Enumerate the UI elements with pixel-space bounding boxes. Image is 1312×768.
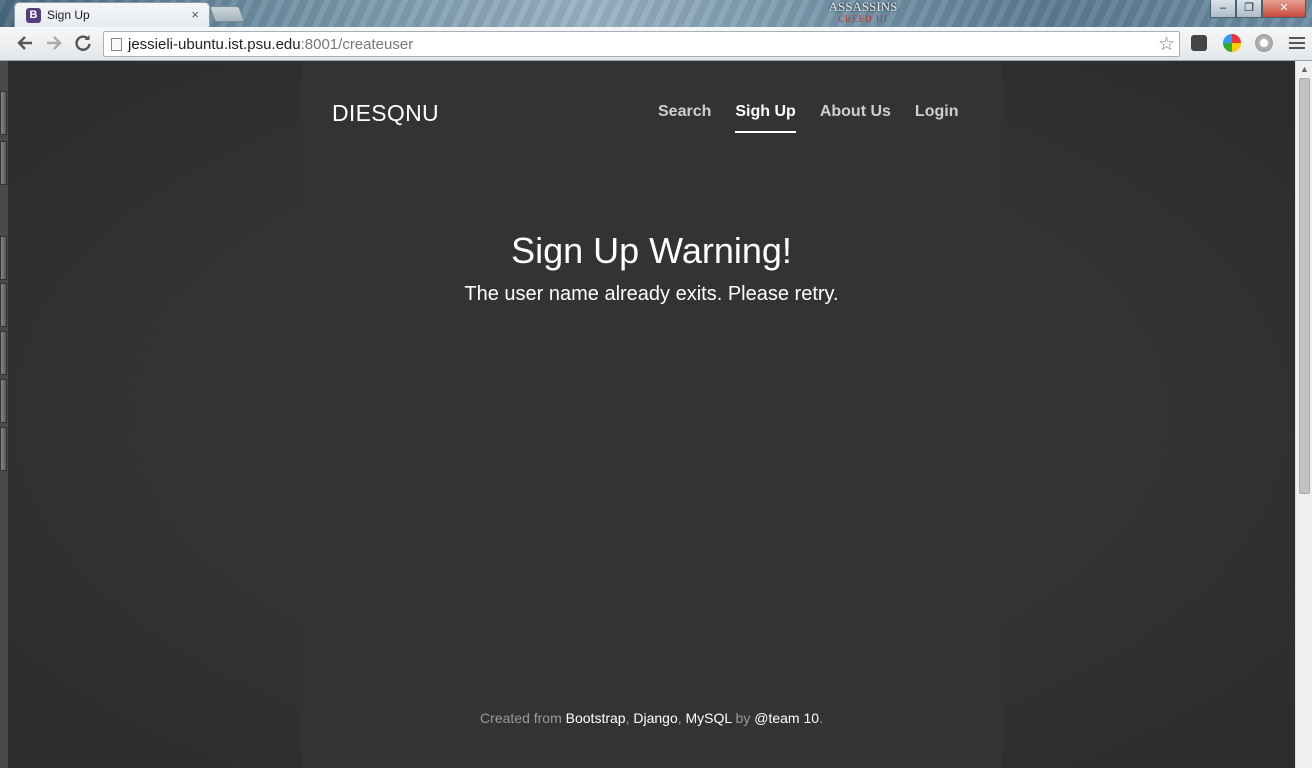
desktop-theme-logo: ASSASSINS CREED III bbox=[808, 0, 918, 25]
warning-message: The user name already exits. Please retr… bbox=[464, 283, 839, 305]
evernote-extension-icon[interactable] bbox=[1191, 35, 1207, 51]
footer-link-django[interactable]: Django bbox=[633, 710, 677, 726]
sync-extension-icon[interactable] bbox=[1255, 34, 1273, 52]
bootstrap-favicon-icon: B bbox=[26, 8, 41, 23]
footer-link-team[interactable]: @team 10 bbox=[754, 710, 819, 726]
url-path: :8001/createuser bbox=[300, 36, 414, 53]
address-bar[interactable]: jessieli-ubuntu.ist.psu.edu:8001/createu… bbox=[103, 31, 1180, 57]
nav-sign-up[interactable]: Sigh Up bbox=[735, 101, 796, 133]
new-tab-button[interactable] bbox=[209, 6, 245, 22]
desktop-sliver bbox=[0, 283, 7, 327]
footer-suffix: . bbox=[819, 710, 823, 726]
tab-close-icon[interactable]: × bbox=[191, 7, 199, 22]
scroll-thumb[interactable] bbox=[1299, 78, 1310, 494]
browser-tab-sign-up[interactable]: B Sign Up × bbox=[14, 2, 210, 27]
window-titlebar: B Sign Up × ASSASSINS CREED III – ❐ ✕ bbox=[0, 0, 1312, 27]
page-icon bbox=[111, 38, 122, 51]
desktop-sliver bbox=[0, 427, 7, 471]
logo-line-1: ASSASSINS bbox=[828, 0, 898, 14]
url-text: jessieli-ubuntu.ist.psu.edu:8001/createu… bbox=[128, 36, 413, 53]
reload-icon[interactable] bbox=[72, 33, 94, 55]
footer-by: by bbox=[731, 710, 755, 726]
footer-prefix: Created from bbox=[480, 710, 566, 726]
url-host: jessieli-ubuntu.ist.psu.edu bbox=[128, 36, 301, 53]
page-scrollbar[interactable]: ▲ bbox=[1295, 61, 1312, 768]
window-controls: – ❐ ✕ bbox=[1210, 0, 1306, 18]
content-column bbox=[302, 61, 1002, 768]
tab-title: Sign Up bbox=[47, 8, 90, 22]
back-arrow-icon[interactable] bbox=[14, 33, 36, 55]
close-window-button[interactable]: ✕ bbox=[1262, 0, 1306, 18]
minimize-button[interactable]: – bbox=[1210, 0, 1236, 18]
browser-toolbar: jessieli-ubuntu.ist.psu.edu:8001/createu… bbox=[0, 27, 1312, 61]
main-nav: Search Sigh Up About Us Login bbox=[658, 101, 982, 133]
footer-sep: , bbox=[677, 710, 686, 726]
site-brand[interactable]: DIESQNU bbox=[332, 100, 439, 127]
page-footer: Created from Bootstrap, Django, MySQL by… bbox=[8, 710, 1295, 726]
restore-button[interactable]: ❐ bbox=[1236, 0, 1262, 18]
nav-login[interactable]: Login bbox=[915, 101, 959, 133]
page-title: Sign Up Warning! bbox=[511, 230, 792, 271]
nav-search[interactable]: Search bbox=[658, 101, 711, 133]
bookmark-star-icon[interactable]: ☆ bbox=[1158, 33, 1175, 56]
browser-menu-icon[interactable] bbox=[1289, 33, 1305, 53]
desktop-edge bbox=[0, 61, 8, 768]
page-viewport: DIESQNU Search Sigh Up About Us Login Si… bbox=[8, 61, 1295, 768]
footer-link-mysql[interactable]: MySQL bbox=[686, 710, 732, 726]
logo-line-2: CREED III bbox=[838, 14, 888, 24]
desktop-sliver bbox=[0, 379, 7, 423]
color-extension-icon[interactable] bbox=[1223, 34, 1241, 52]
scroll-up-arrow-icon[interactable]: ▲ bbox=[1300, 64, 1309, 74]
desktop-sliver bbox=[0, 141, 7, 185]
footer-link-bootstrap[interactable]: Bootstrap bbox=[566, 710, 626, 726]
forward-arrow-icon[interactable] bbox=[43, 33, 65, 55]
nav-about-us[interactable]: About Us bbox=[820, 101, 891, 133]
desktop-sliver bbox=[0, 91, 7, 135]
desktop-sliver bbox=[0, 331, 7, 375]
desktop-sliver bbox=[0, 236, 7, 280]
